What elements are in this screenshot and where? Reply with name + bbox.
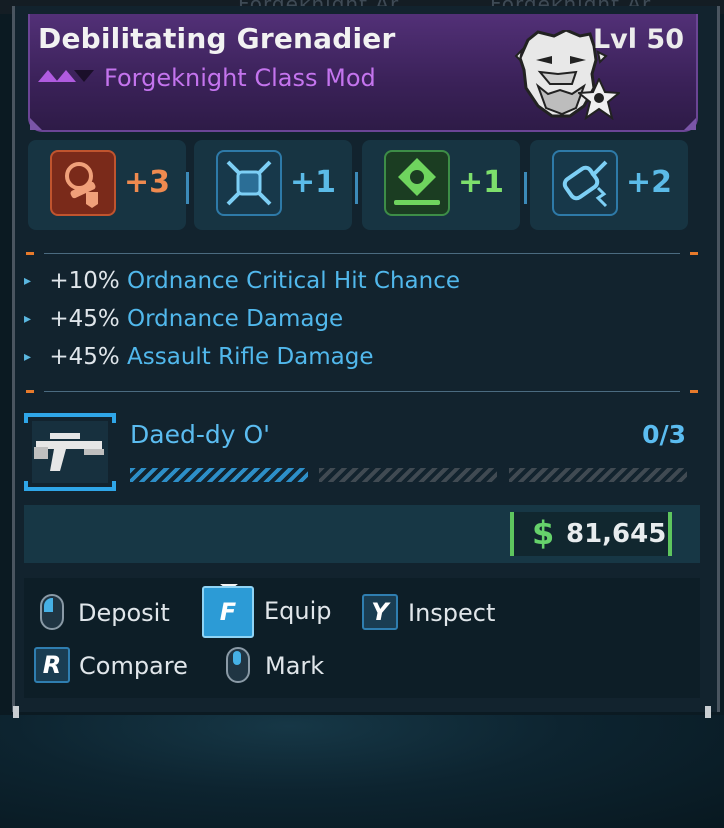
bullet-arrow-icon: ▸ xyxy=(24,273,32,289)
divider xyxy=(524,172,527,204)
stat-line: ▸ +45% Ordnance Damage xyxy=(24,306,343,336)
key-f-icon: F xyxy=(202,586,254,638)
action-label: Inspect xyxy=(408,599,496,627)
item-level: Lvl 50 xyxy=(592,24,684,55)
item-type: Forgeknight Class Mod xyxy=(104,64,376,92)
class-emblem-icon xyxy=(578,78,620,120)
skill-bonus-slot[interactable]: +3 xyxy=(28,140,186,230)
weapon-count: 0/3 xyxy=(642,420,686,449)
stat-value: +10% xyxy=(49,268,120,294)
skill-bonus-value: +3 xyxy=(124,165,171,200)
bullet-arrow-icon: ▸ xyxy=(24,349,32,365)
crossed-swords-skill-icon xyxy=(216,150,282,216)
deposit-action[interactable]: Deposit xyxy=(38,594,188,634)
action-label: Mark xyxy=(265,652,325,680)
divider xyxy=(186,172,189,204)
skill-bonus-value: +2 xyxy=(626,165,673,200)
stat-value: +45% xyxy=(49,306,120,332)
key-y-icon: Y xyxy=(362,594,398,630)
action-label: Deposit xyxy=(78,599,170,627)
skill-bonus-value: +1 xyxy=(290,165,337,200)
item-header: Debilitating Grenadier Forgeknight Class… xyxy=(28,14,698,132)
key-r-icon: R xyxy=(34,647,70,683)
skill-bonus-slot[interactable]: +1 xyxy=(362,140,520,230)
section-marker xyxy=(26,390,34,393)
lightning-grenade-skill-icon xyxy=(552,150,618,216)
action-label: Equip xyxy=(264,597,332,625)
header-corner-right xyxy=(684,118,696,130)
equip-action[interactable]: F Equip xyxy=(202,584,342,638)
stat-line: ▸ +10% Ordnance Critical Hit Chance xyxy=(24,268,460,298)
skill-bonus-row: +3 +1 +1 +2 xyxy=(28,140,698,230)
price-tag: $ 81,645 xyxy=(510,512,672,556)
mark-action[interactable]: Mark xyxy=(224,647,344,687)
section-marker xyxy=(690,390,698,393)
weapon-name: Daed-dy O' xyxy=(130,420,271,449)
compare-action[interactable]: R Compare xyxy=(34,647,204,687)
separator xyxy=(44,391,680,392)
mouse-left-icon xyxy=(40,594,64,630)
inspect-action[interactable]: Y Inspect xyxy=(362,594,522,634)
stat-line: ▸ +45% Assault Rifle Damage xyxy=(24,344,374,374)
stat-value: +45% xyxy=(49,344,120,370)
item-name: Debilitating Grenadier xyxy=(38,22,396,55)
action-prompts: Deposit F Equip Y Inspect R Compare Mark xyxy=(24,578,700,698)
mouse-middle-icon xyxy=(226,647,250,683)
price-amount: 81,645 xyxy=(566,519,667,549)
progress-segment-filled xyxy=(130,468,308,482)
pistol-icon[interactable] xyxy=(24,413,116,491)
skill-bonus-value: +1 xyxy=(458,165,505,200)
bullet-arrow-icon: ▸ xyxy=(24,311,32,327)
progress-segment xyxy=(319,468,497,482)
section-marker xyxy=(26,252,34,255)
skill-bonus-slot[interactable]: +1 xyxy=(194,140,352,230)
stat-name: Ordnance Critical Hit Chance xyxy=(127,268,461,294)
rarity-chevrons-icon xyxy=(38,70,94,82)
skill-bonus-slot[interactable]: +2 xyxy=(530,140,688,230)
action-label: Compare xyxy=(79,652,188,680)
section-marker xyxy=(690,252,698,255)
fire-grenade-skill-icon xyxy=(50,150,116,216)
separator xyxy=(44,253,680,254)
shield-drone-skill-icon xyxy=(384,150,450,216)
progress-segment xyxy=(509,468,687,482)
stat-name: Assault Rifle Damage xyxy=(127,344,374,370)
frame-notch xyxy=(705,706,711,718)
header-corner-left xyxy=(30,118,42,130)
price-bar: $ 81,645 xyxy=(24,505,700,563)
divider xyxy=(355,172,358,204)
currency-dollar-icon: $ xyxy=(532,514,555,552)
background-scene xyxy=(0,715,724,828)
stat-name: Ordnance Damage xyxy=(127,306,344,332)
frame-notch xyxy=(13,706,19,718)
